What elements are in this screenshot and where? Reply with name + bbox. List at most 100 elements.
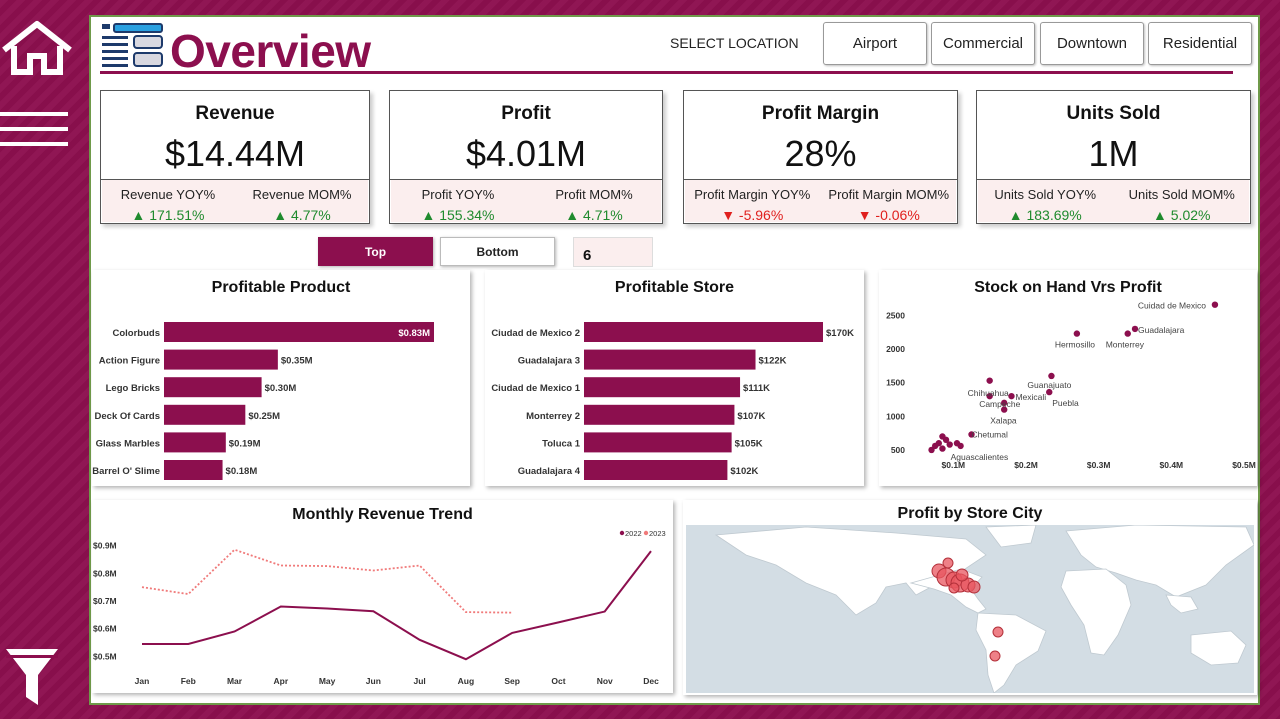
scatter-point [928, 446, 935, 454]
legend-marker [643, 530, 649, 536]
kpi-yoy-value: ▲ 155.34% [421, 207, 495, 223]
kpi-divider [390, 179, 662, 180]
category-label: Lego Bricks [106, 383, 160, 394]
x-tick-label: Feb [181, 676, 196, 686]
data-label: $0.19M [229, 438, 261, 449]
point-label: Hermosillo [1055, 340, 1095, 350]
bar [164, 404, 246, 425]
dashboard-logo-icon [102, 23, 163, 67]
profit-by-city-map[interactable] [686, 525, 1254, 693]
x-tick-label: $0.2M [1014, 460, 1038, 470]
kpi-card-profit: Profit $4.01M Profit YOY% Profit MOM% ▲ … [389, 90, 663, 224]
category-label: Toluca 1 [542, 438, 581, 449]
x-tick-label: Jul [413, 676, 425, 686]
series-line-2022 [142, 550, 652, 661]
kpi-yoy-label: Units Sold YOY% [994, 187, 1097, 202]
category-label: Glass Marbles [96, 438, 160, 449]
kpi-value: 1M [1088, 133, 1139, 174]
category-label: Barrel O' Slime [92, 466, 160, 477]
x-tick-label: Jun [366, 676, 381, 686]
stock-vs-profit-chart: 5001000150020002500$0.1M $0.2M $0.3M $0.4M $… [886, 301, 1256, 470]
data-label: $111K [743, 383, 770, 394]
kpi-mom-label: Revenue MOM% [252, 187, 352, 202]
scatter-point [1073, 330, 1081, 337]
data-label: $122K [759, 356, 787, 367]
x-tick-label: Apr [273, 676, 288, 686]
bar [164, 460, 223, 480]
y-tick-label: 2500 [886, 310, 905, 320]
kpi-yoy-label: Revenue YOY% [120, 187, 216, 202]
point-label: Aguascalientes [951, 452, 1009, 462]
bar [584, 377, 741, 398]
point-label: Chihuahua [968, 388, 1009, 398]
bar [164, 322, 434, 342]
category-label: Ciudad de Mexico 1 [491, 383, 580, 394]
data-label: $0.30M [265, 383, 297, 394]
x-tick-label: Dec [643, 676, 659, 686]
y-tick-label: $0.7M [93, 596, 117, 606]
kpi-mom-label: Units Sold MOM% [1128, 187, 1235, 202]
x-tick-label: Sep [504, 676, 520, 686]
page-title: Overview [170, 25, 371, 77]
top-n-input[interactable]: 6 [573, 237, 653, 267]
location-button-residential[interactable]: Residential [1148, 22, 1252, 65]
point-label: Guanajuato [1027, 380, 1071, 390]
legend-marker [619, 530, 625, 536]
bottom-toggle-button[interactable]: Bottom [440, 237, 555, 266]
location-button-airport[interactable]: Airport [823, 22, 927, 65]
home-icon[interactable] [0, 20, 74, 76]
bar [584, 460, 728, 480]
data-label: $0.83M [398, 328, 430, 339]
kpi-title: Profit Margin [761, 103, 880, 124]
point-label: Guadalajara [1138, 325, 1185, 335]
stock-vs-profit-panel: Stock on Hand Vrs Profit 500 1000 1500 2000… [879, 270, 1257, 486]
kpi-yoy-label: Profit Margin YOY% [694, 187, 811, 202]
x-tick-label: Oct [551, 676, 565, 686]
scatter-point [1211, 301, 1219, 308]
bar [584, 349, 756, 370]
menu-icon[interactable] [0, 110, 70, 150]
category-label: Guadalajara 3 [518, 356, 580, 367]
x-tick-label: Jan [135, 676, 150, 686]
kpi-mom-value: ▼ -0.06% [857, 207, 920, 223]
scatter-point [986, 377, 993, 384]
kpi-card-units-sold: Units Sold 1M Units Sold YOY% Units Sold… [976, 90, 1251, 224]
kpi-mom-label: Profit Margin MOM% [828, 187, 950, 202]
data-label: $102K [730, 466, 758, 477]
category-label: Ciudad de Mexico 2 [491, 328, 580, 339]
monthly-revenue-chart: $0.5M $0.6M $0.7M $0.8M $0.9M Jan Feb Mar Apr May… [93, 529, 666, 686]
bar [584, 404, 735, 425]
kpi-yoy-value: ▼ -5.96% [721, 207, 784, 223]
data-label: $107K [737, 411, 765, 422]
location-button-downtown[interactable]: Downtown [1040, 22, 1144, 65]
profitable-product-chart: Colorbuds $0.83M Action Figure $0.35M Lego B… [92, 322, 434, 480]
top-toggle-button[interactable]: Top [318, 237, 433, 266]
monthly-revenue-panel: Monthly Revenue Trend $0.5M $0.6M $0.7M $0.… [92, 500, 673, 693]
profitable-store-chart: Ciudad de Mexico 2 $170K Guadalajara 3 $122… [491, 322, 854, 480]
category-label: Deck Of Cards [95, 411, 160, 422]
y-tick-label: 2000 [886, 344, 905, 354]
scatter-point [939, 445, 946, 452]
kpi-divider [977, 179, 1250, 180]
kpi-title: Revenue [195, 103, 275, 124]
kpi-mom-label: Profit MOM% [555, 187, 633, 202]
y-tick-label: 1500 [886, 378, 905, 388]
bar [584, 432, 732, 453]
x-tick-label: $0.4M [1160, 460, 1184, 470]
y-tick-label: $0.8M [93, 568, 117, 578]
data-label: $0.18M [226, 466, 258, 477]
y-tick-label: 1000 [886, 411, 905, 421]
map-title: Profit by Store City [897, 505, 1043, 522]
data-label: $0.35M [281, 356, 313, 367]
x-tick-label: Nov [597, 676, 613, 686]
location-button-commercial[interactable]: Commercial [931, 22, 1035, 65]
kpi-value: $14.44M [164, 133, 306, 174]
kpi-mom-value: ▲ 4.77% [273, 207, 331, 223]
kpi-yoy-value: ▲ 183.69% [1008, 207, 1082, 223]
kpi-card-profit-margin: Profit Margin 28% Profit Margin YOY% Pro… [683, 90, 958, 224]
bar [164, 349, 278, 370]
filter-icon[interactable] [4, 645, 60, 709]
select-location-label: SELECT LOCATION [670, 35, 799, 51]
y-tick-label: $0.9M [93, 541, 117, 551]
data-label: $105K [735, 438, 763, 449]
